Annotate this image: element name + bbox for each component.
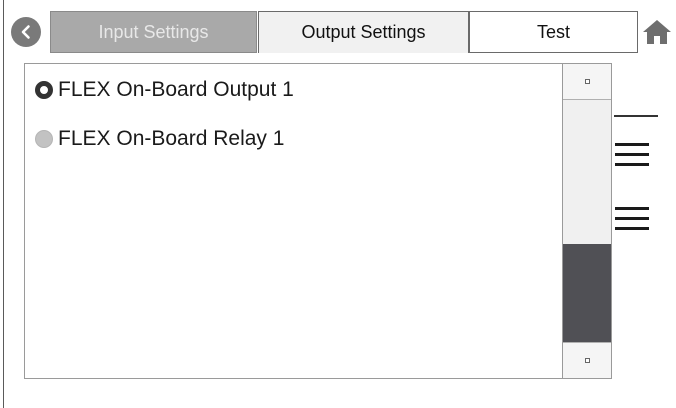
scroll-down-button[interactable] <box>563 342 611 378</box>
home-icon <box>643 20 671 44</box>
scroll-down-icon <box>584 358 590 363</box>
back-button[interactable] <box>11 17 41 47</box>
tab-input-settings[interactable]: Input Settings <box>50 11 257 53</box>
list-item-label: FLEX On-Board Relay 1 <box>58 127 285 150</box>
radio-unselected-icon[interactable] <box>35 130 53 148</box>
window-frame-left-edge <box>3 0 4 408</box>
list-item-label: FLEX On-Board Output 1 <box>58 78 294 101</box>
scroll-up-button[interactable] <box>563 64 611 100</box>
menu-icon[interactable] <box>612 203 652 237</box>
radio-selected-icon[interactable] <box>35 81 53 99</box>
tab-output-settings[interactable]: Output Settings <box>258 11 469 53</box>
list-item-output-1[interactable]: FLEX On-Board Output 1 <box>35 76 294 104</box>
vertical-scrollbar[interactable] <box>562 63 612 379</box>
tab-test-label: Test <box>536 21 570 42</box>
output-list-panel: FLEX On-Board Output 1 FLEX On-Board Rel… <box>24 63 612 379</box>
tab-output-settings-label: Output Settings <box>301 22 426 42</box>
tab-test[interactable]: Test <box>469 11 638 53</box>
menu-icon[interactable] <box>612 139 652 173</box>
back-arrow-icon <box>21 25 30 39</box>
list-item-relay-1[interactable]: FLEX On-Board Relay 1 <box>35 125 284 153</box>
scroll-thumb[interactable] <box>563 244 611 343</box>
tab-input-settings-label: Input Settings <box>98 21 209 42</box>
divider-line <box>614 115 658 117</box>
home-button[interactable] <box>641 17 673 47</box>
scroll-up-icon <box>584 79 590 84</box>
